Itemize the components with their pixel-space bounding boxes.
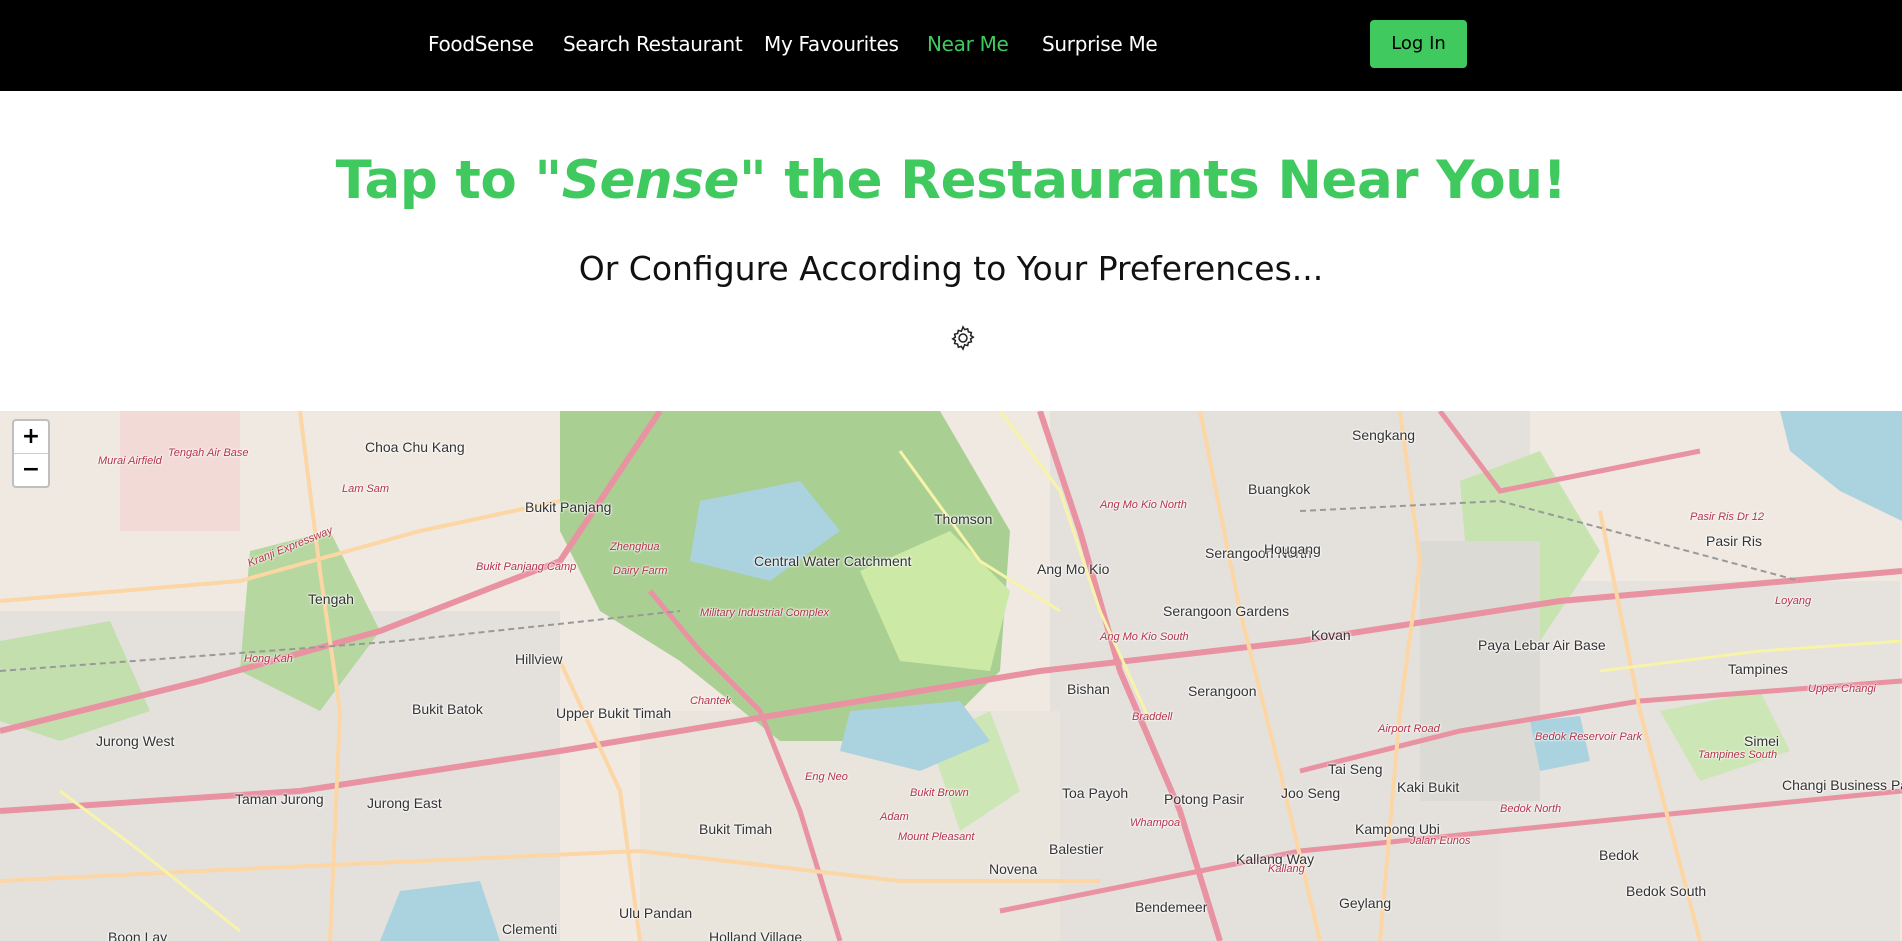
- map-label: Central Water Catchment: [754, 553, 912, 569]
- map-label: Bukit Panjang: [525, 499, 612, 515]
- map-label: Holland Village: [709, 929, 803, 941]
- map-label: Potong Pasir: [1164, 791, 1245, 807]
- map-label: Buangkok: [1248, 481, 1311, 497]
- road-label: Chantek: [690, 695, 731, 707]
- map-label: Paya Lebar Air Base: [1478, 637, 1606, 653]
- map-label: Novena: [989, 861, 1038, 877]
- map-label: Tengah Air Base: [168, 447, 249, 459]
- map-label: Ang Mo Kio: [1037, 561, 1110, 577]
- map-label: Balestier: [1049, 841, 1104, 857]
- map-label: Toa Payoh: [1062, 785, 1129, 801]
- login-button[interactable]: Log In: [1370, 20, 1467, 68]
- map-label: Pasir Ris: [1706, 533, 1763, 549]
- map-label: Military Industrial Complex: [700, 607, 829, 619]
- nav-surprise-me[interactable]: Surprise Me: [1042, 31, 1158, 57]
- map-label: Bukit Brown: [910, 787, 969, 799]
- map-label: Murai Airfield: [98, 455, 162, 467]
- nav-search-restaurant[interactable]: Search Restaurant: [563, 31, 743, 57]
- map-label: Ulu Pandan: [619, 905, 693, 921]
- map-label: Serangoon Gardens: [1163, 603, 1290, 619]
- nav-my-favourites[interactable]: My Favourites: [764, 31, 899, 57]
- map-label: Jurong West: [96, 733, 175, 749]
- map-label: Choa Chu Kang: [365, 439, 465, 455]
- road-label: Pasir Ris Dr 12: [1690, 511, 1764, 523]
- map-label: Changi Business Park: [1782, 777, 1902, 793]
- nav-near-me[interactable]: Near Me: [927, 31, 1009, 57]
- road-label: Whampoa: [1130, 817, 1181, 829]
- zoom-in-button[interactable]: +: [14, 421, 48, 453]
- map-label: Tampines: [1728, 661, 1788, 677]
- road-label: Zhenghua: [610, 541, 660, 553]
- map-label: Bedok South: [1626, 883, 1707, 899]
- map-label: Joo Seng: [1281, 785, 1341, 801]
- map-label: Tai Seng: [1328, 761, 1383, 777]
- road-label: Adam: [880, 811, 909, 823]
- zoom-out-button[interactable]: −: [14, 453, 48, 486]
- title-emphasis: Sense: [561, 150, 740, 211]
- road-label: Loyang: [1775, 595, 1812, 607]
- road-label: Eng Neo: [805, 771, 848, 783]
- road-label: Kallang: [1268, 863, 1305, 875]
- map-label: Taman Jurong: [235, 791, 324, 807]
- road-label: Hong Kah: [244, 653, 293, 665]
- road-label: Lam Sam: [342, 483, 390, 495]
- map-label: Hougang: [1264, 541, 1321, 557]
- map-label: Thomson: [934, 511, 993, 527]
- map-label: Kaki Bukit: [1397, 779, 1460, 795]
- brand-link[interactable]: FoodSense: [428, 31, 534, 57]
- map-label: Serangoon: [1188, 683, 1257, 699]
- map-label: Bedok Reservoir Park: [1535, 731, 1642, 743]
- map-label: Bishan: [1067, 681, 1110, 697]
- map-label: Clementi: [502, 921, 558, 937]
- road-label: Jalan Eunos: [1410, 835, 1471, 847]
- gear-icon[interactable]: [949, 324, 977, 352]
- page-title: Tap to "Sense" the Restaurants Near You!: [0, 146, 1902, 216]
- road-label: Ang Mo Kio North: [1100, 499, 1187, 511]
- title-prefix: Tap to ": [335, 150, 562, 211]
- map-view[interactable]: + − Choa Chu Kang Bukit Panjang Tengah T…: [0, 411, 1902, 941]
- map-label: Simei: [1744, 733, 1780, 749]
- map-label: Tengah: [308, 591, 354, 607]
- road-label: Bedok North: [1500, 803, 1562, 815]
- road-label: Airport Road: [1378, 723, 1440, 735]
- map-label: Kovan: [1311, 627, 1351, 643]
- map-label: Hillview: [515, 651, 563, 667]
- map-label: Sengkang: [1352, 427, 1416, 443]
- map-label: Bukit Timah: [699, 821, 773, 837]
- road-label: Dairy Farm: [613, 565, 668, 577]
- map-label: Upper Bukit Timah: [556, 705, 672, 721]
- page-subtitle: Or Configure According to Your Preferenc…: [578, 249, 1324, 288]
- title-suffix: " the Restaurants Near You!: [739, 150, 1567, 211]
- map-label: Mount Pleasant: [898, 831, 975, 843]
- road-label: Braddell: [1132, 711, 1173, 723]
- map-zoom-control: + −: [12, 419, 50, 488]
- map-label: Bukit Panjang Camp: [476, 561, 577, 573]
- road-label: Upper Changi: [1808, 683, 1876, 695]
- road-label: Ang Mo Kio South: [1100, 631, 1189, 643]
- map-label: Bedok: [1599, 847, 1639, 863]
- map-label: Bendemeer: [1135, 899, 1208, 915]
- map-label: Bukit Batok: [412, 701, 483, 717]
- road-label: Tampines South: [1698, 749, 1778, 761]
- map-label: Jurong East: [367, 795, 442, 811]
- map-label: Geylang: [1339, 895, 1392, 911]
- map-label: Boon Lay: [108, 929, 168, 941]
- top-navbar: FoodSense Search Restaurant My Favourite…: [0, 0, 1902, 91]
